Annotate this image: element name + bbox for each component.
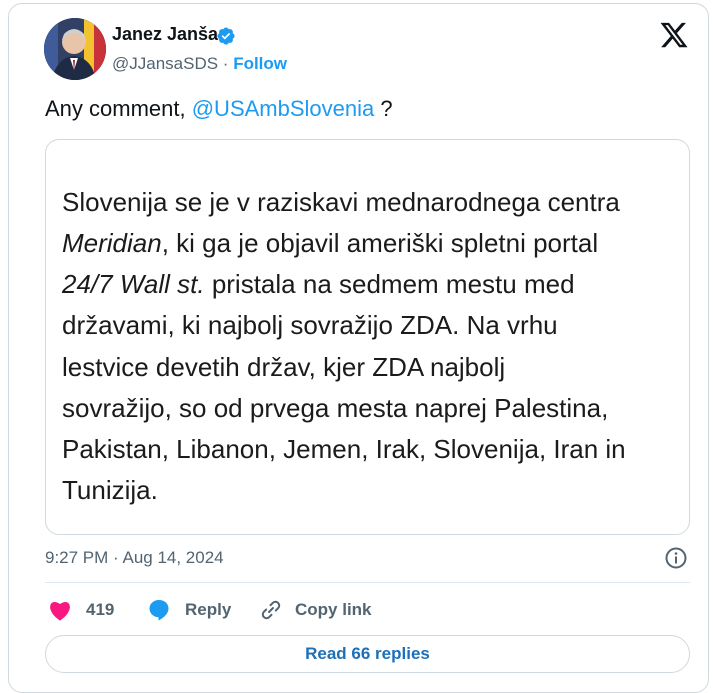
tweet-text: Any comment, @USAmbSlovenia ?	[45, 96, 393, 122]
author-name[interactable]: Janez Janša	[112, 24, 218, 45]
quote-text: sovražijo, so od prvega mesta naprej Pal…	[62, 393, 609, 423]
mention-link[interactable]: @USAmbSlovenia	[192, 96, 375, 121]
info-icon[interactable]	[664, 546, 688, 570]
quote-text: pristala na sedmem mestu med	[204, 269, 575, 299]
quote-line: državami, ki najbolj sovražijo ZDA. Na v…	[62, 310, 558, 341]
copy-link-button[interactable]: Copy link	[259, 596, 372, 624]
tweet-text-suffix: ?	[374, 96, 393, 121]
quote-line: Meridian, ki ga je objavil ameriški sple…	[62, 228, 598, 259]
x-logo-icon[interactable]	[658, 20, 690, 50]
read-replies-label: Read 66 replies	[305, 644, 430, 663]
quote-line: lestvice devetih držav, kjer ZDA najbolj	[62, 352, 505, 383]
heart-icon	[50, 602, 70, 621]
quote-line: 24/7 Wall st. pristala na sedmem mestu m…	[62, 269, 575, 300]
quote-line: Slovenija se je v raziskavi mednarodnega…	[62, 187, 620, 218]
reply-label: Reply	[185, 600, 232, 619]
avatar[interactable]	[44, 18, 106, 80]
tweet-timestamp[interactable]: 9:27 PM · Aug 14, 2024	[45, 548, 224, 568]
quote-text: , ki ga je objavil ameriški spletni port…	[161, 228, 599, 258]
quote-text: Slovenija se je v raziskavi mednarodnega…	[62, 187, 620, 217]
quote-text: lestvice devetih držav, kjer ZDA najbolj	[62, 352, 506, 382]
link-icon	[261, 600, 281, 620]
quote-text-italic: Meridian	[62, 228, 162, 258]
quote-text: Tunizija.	[62, 475, 158, 505]
copy-link-label: Copy link	[295, 600, 372, 619]
tweet-text-prefix: Any comment,	[45, 96, 192, 121]
follow-button[interactable]: Follow	[233, 54, 287, 73]
divider	[45, 582, 690, 583]
quote-text: Pakistan, Libanon, Jemen, Irak, Slovenij…	[62, 434, 626, 464]
handle-separator: ·	[218, 54, 234, 73]
read-replies-button[interactable]: Read 66 replies	[45, 635, 690, 673]
quote-line: Tunizija.	[62, 475, 158, 506]
quote-text: državami, ki najbolj sovražijo ZDA. Na v…	[62, 310, 558, 340]
reply-bubble-icon	[149, 600, 169, 621]
quote-text-italic: 24/7 Wall st.	[62, 269, 205, 299]
quote-line: sovražijo, so od prvega mesta naprej Pal…	[62, 393, 608, 424]
like-count: 419	[86, 600, 115, 619]
quote-line: Pakistan, Libanon, Jemen, Irak, Slovenij…	[62, 434, 626, 465]
verified-badge-icon	[217, 27, 235, 45]
author-handle[interactable]: @JJansaSDS	[112, 54, 218, 73]
like-button[interactable]: 419	[48, 596, 114, 624]
reply-button[interactable]: Reply	[147, 596, 231, 624]
handle-row: @JJansaSDS · Follow	[112, 54, 287, 74]
